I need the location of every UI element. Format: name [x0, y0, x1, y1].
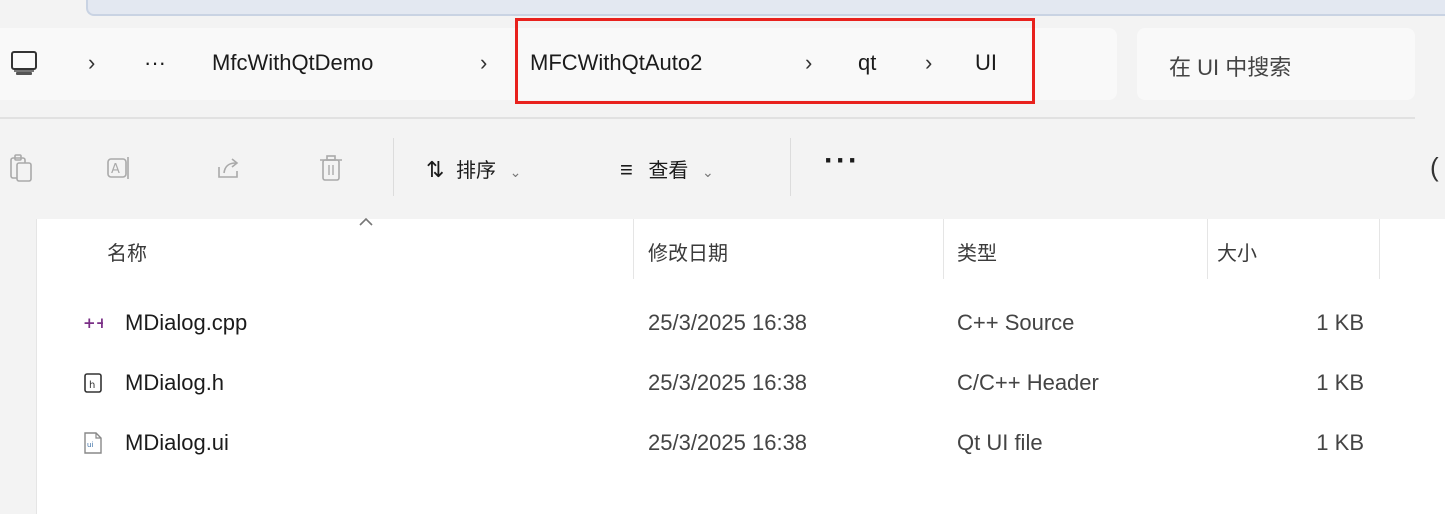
svg-text:A: A [111, 162, 120, 177]
file-name: MDialog.ui [125, 430, 229, 455]
share-icon[interactable] [216, 153, 242, 183]
breadcrumb-overflow[interactable]: ··· [144, 50, 166, 76]
svg-text:++: ++ [83, 314, 103, 332]
toolbar-divider [790, 138, 791, 196]
paste-icon[interactable] [8, 153, 34, 183]
file-size: 1 KB [1316, 370, 1364, 395]
view-lines-icon: ≡ [620, 157, 633, 182]
breadcrumb-item[interactable]: MfcWithQtDemo [212, 50, 373, 76]
tab-strip [86, 0, 1445, 16]
column-header-name[interactable]: 名称 [107, 237, 147, 266]
sort-arrows-icon: ⇅ [426, 157, 445, 182]
chevron-down-icon: ⌄ [701, 164, 714, 180]
column-divider[interactable] [943, 219, 944, 279]
file-row[interactable]: ++ MDialog.cpp 25/3/2025 16:38 C++ Sourc… [37, 296, 1445, 348]
file-date: 25/3/2025 16:38 [648, 370, 808, 395]
file-size: 1 KB [1316, 430, 1364, 455]
delete-icon[interactable] [318, 153, 344, 183]
column-header-size[interactable]: 大小 [1217, 237, 1257, 266]
chevron-down-icon: ⌄ [509, 164, 522, 180]
details-pane-icon[interactable]: ( [1430, 152, 1439, 183]
header-file-icon: h [84, 373, 102, 393]
column-header-date[interactable]: 修改日期 [648, 237, 728, 266]
annotation-highlight-box [515, 18, 1035, 104]
search-input[interactable]: 在 UI 中搜索 [1137, 28, 1415, 100]
ui-file-icon: ui [84, 432, 102, 454]
file-type: Qt UI file [957, 430, 1043, 455]
column-divider[interactable] [1379, 219, 1380, 279]
this-pc-icon[interactable] [10, 51, 38, 77]
file-explorer: › ··· MfcWithQtDemo › MFCWithQtAuto2 › q… [0, 0, 1445, 514]
toolbar-divider [393, 138, 394, 196]
sort-caret-up-icon [359, 217, 373, 226]
sort-button[interactable]: ⇅ 排序 ⌄ [426, 154, 521, 183]
svg-text:ui: ui [87, 441, 93, 449]
view-button[interactable]: ≡ 查看 ⌄ [620, 154, 714, 183]
breadcrumb-separator[interactable]: › [88, 50, 95, 76]
column-divider[interactable] [1207, 219, 1208, 279]
view-label: 查看 [648, 160, 689, 182]
file-date: 25/3/2025 16:38 [648, 430, 808, 455]
cpp-file-icon: ++ [83, 314, 103, 332]
search-placeholder: 在 UI 中搜索 [1169, 55, 1292, 80]
column-divider[interactable] [633, 219, 634, 279]
file-name: MDialog.h [125, 370, 225, 395]
breadcrumb-separator[interactable]: › [480, 50, 487, 76]
file-size: 1 KB [1316, 310, 1364, 335]
more-options-button[interactable]: ··· [824, 144, 860, 178]
rename-icon[interactable]: A [106, 153, 132, 183]
file-type: C++ Source [957, 310, 1075, 335]
file-row[interactable]: h MDialog.h 25/3/2025 16:38 C/C++ Header… [37, 356, 1445, 408]
file-list: 名称 修改日期 类型 大小 ++ MDialog.cpp 25/3/2025 1… [36, 217, 1445, 514]
file-name: MDialog.cpp [125, 310, 248, 335]
file-type: C/C++ Header [957, 370, 1099, 395]
command-bar: A ⇅ 排序 ⌄ ≡ 查看 ⌄ ··· [0, 120, 1445, 220]
file-row[interactable]: ui MDialog.ui 25/3/2025 16:38 Qt UI file… [37, 416, 1445, 468]
divider [0, 117, 1415, 119]
column-header-type[interactable]: 类型 [957, 237, 997, 266]
svg-text:h: h [89, 380, 95, 391]
sort-label: 排序 [456, 160, 496, 182]
file-date: 25/3/2025 16:38 [648, 310, 808, 335]
